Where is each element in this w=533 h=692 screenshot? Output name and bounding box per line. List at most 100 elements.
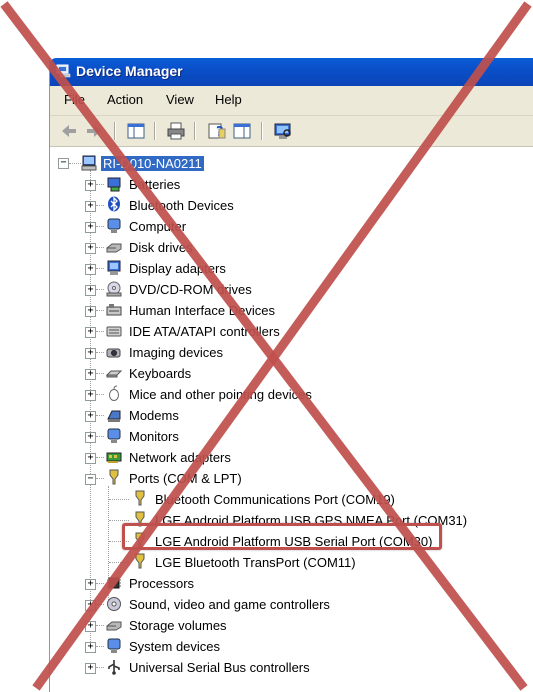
tree-item-disk-drives[interactable]: + Disk drives xyxy=(50,237,530,258)
expand-toggle[interactable]: + xyxy=(85,642,96,653)
tree-item-processors[interactable]: + Processors xyxy=(50,573,530,594)
tree-item-ide-controllers[interactable]: + IDE ATA/ATAPI controllers xyxy=(50,321,530,342)
tree-connector xyxy=(96,331,104,332)
tree-root[interactable]: − RI-D010-NA0211 xyxy=(50,153,530,174)
scan-hardware-icon[interactable] xyxy=(273,121,293,141)
tree-item-label: System devices xyxy=(129,639,221,654)
tree-item-ports[interactable]: − Ports (COM & LPT) xyxy=(50,468,530,489)
expand-toggle[interactable]: + xyxy=(85,306,96,317)
tree-item-label: Processors xyxy=(129,576,195,591)
expand-toggle[interactable]: + xyxy=(85,453,96,464)
system-device-icon xyxy=(107,638,121,653)
port-icon xyxy=(135,490,145,506)
tree-item-storage-volumes[interactable]: + Storage volumes xyxy=(50,615,530,636)
console-tree-icon[interactable] xyxy=(126,121,146,141)
tree-item-mice[interactable]: + Mice and other pointing devices xyxy=(50,384,530,405)
expand-toggle[interactable]: + xyxy=(85,222,96,233)
expand-toggle[interactable]: + xyxy=(85,327,96,338)
tree-connector xyxy=(96,373,104,374)
tree-item-network-adapters[interactable]: + Network adapters xyxy=(50,447,530,468)
expand-toggle[interactable]: + xyxy=(85,432,96,443)
hid-icon xyxy=(106,304,122,316)
tree-item-label: Mice and other pointing devices xyxy=(129,387,312,402)
tree-item-label: Storage volumes xyxy=(129,618,227,633)
tree-connector xyxy=(96,247,104,248)
menu-help[interactable]: Help xyxy=(215,92,242,107)
tree-connector xyxy=(96,310,104,311)
expand-toggle[interactable]: + xyxy=(85,600,96,611)
tree-item-computer[interactable]: + Computer xyxy=(50,216,530,237)
properties-icon[interactable] xyxy=(232,121,252,141)
tree-item-system-devices[interactable]: + System devices xyxy=(50,636,530,657)
port-item-lge-bluetooth-com11[interactable]: LGE Bluetooth TransPort (COM11) xyxy=(50,552,530,573)
tree-item-label: DVD/CD-ROM drives xyxy=(129,282,252,297)
dvd-drive-icon xyxy=(106,281,122,297)
tree-item-label: Universal Serial Bus controllers xyxy=(129,660,310,675)
tree-connector xyxy=(109,520,129,521)
expand-toggle[interactable]: + xyxy=(85,663,96,674)
print-icon[interactable] xyxy=(166,121,186,141)
expand-toggle[interactable]: + xyxy=(85,180,96,191)
help-icon[interactable]: ? xyxy=(207,121,227,141)
collapse-toggle[interactable]: − xyxy=(58,158,69,169)
tree-item-label: Imaging devices xyxy=(129,345,223,360)
toolbar-separator xyxy=(194,122,196,140)
forward-icon[interactable] xyxy=(84,121,104,141)
expand-toggle[interactable]: + xyxy=(85,621,96,632)
toolbar-separator xyxy=(154,122,156,140)
ide-controller-icon xyxy=(106,326,122,337)
menu-file[interactable]: File xyxy=(64,92,85,107)
computer-icon xyxy=(81,155,97,171)
title-bar[interactable]: Device Manager xyxy=(50,58,533,86)
expand-toggle[interactable]: + xyxy=(85,579,96,590)
tree-item-dvd-cd-rom-drives[interactable]: + DVD/CD-ROM drives xyxy=(50,279,530,300)
tree-item-bluetooth-devices[interactable]: + Bluetooth Devices xyxy=(50,195,530,216)
bluetooth-icon xyxy=(108,196,120,212)
expand-toggle[interactable]: + xyxy=(85,348,96,359)
tree-item-display-adapters[interactable]: + Display adapters xyxy=(50,258,530,279)
tree-item-label: Computer xyxy=(129,219,187,234)
tree-connector xyxy=(96,604,104,605)
tree-item-label: Disk drives xyxy=(129,240,193,255)
network-adapter-icon xyxy=(106,452,122,463)
tree-root-label: RI-D010-NA0211 xyxy=(101,156,204,171)
toolbar: ? xyxy=(50,116,533,147)
camera-icon xyxy=(106,348,121,358)
device-tree: − RI-D010-NA0211 + Batteries + Bluetooth… xyxy=(50,147,533,692)
tree-item-sound[interactable]: + Sound, video and game controllers xyxy=(50,594,530,615)
port-icon xyxy=(109,469,119,485)
tree-item-modems[interactable]: + Modems xyxy=(50,405,530,426)
toolbar-separator xyxy=(261,122,263,140)
tree-connector xyxy=(109,499,129,500)
tree-item-label: Network adapters xyxy=(129,450,231,465)
tree-item-keyboards[interactable]: + Keyboards xyxy=(50,363,530,384)
tree-item-imaging-devices[interactable]: + Imaging devices xyxy=(50,342,530,363)
expand-toggle[interactable]: + xyxy=(85,264,96,275)
expand-toggle[interactable]: + xyxy=(85,411,96,422)
menu-action[interactable]: Action xyxy=(107,92,143,107)
tree-connector xyxy=(109,562,129,563)
expand-toggle[interactable]: + xyxy=(85,369,96,380)
disk-drive-icon xyxy=(106,243,122,253)
expand-toggle[interactable]: + xyxy=(85,285,96,296)
back-icon[interactable] xyxy=(59,121,79,141)
port-item-bluetooth-com19[interactable]: Bluetooth Communications Port (COM19) xyxy=(50,489,530,510)
tree-connector xyxy=(96,646,104,647)
tree-connector xyxy=(96,268,104,269)
tree-item-usb-controllers[interactable]: + Universal Serial Bus controllers xyxy=(50,657,530,678)
collapse-toggle[interactable]: − xyxy=(85,474,96,485)
tree-item-label: Display adapters xyxy=(129,261,226,276)
modem-icon xyxy=(107,410,121,422)
tree-item-monitors[interactable]: + Monitors xyxy=(50,426,530,447)
tree-connector xyxy=(96,226,104,227)
tree-connector xyxy=(96,667,104,668)
expand-toggle[interactable]: + xyxy=(85,201,96,212)
expand-toggle[interactable]: + xyxy=(85,243,96,254)
tree-connector xyxy=(96,625,104,626)
tree-item-batteries[interactable]: + Batteries xyxy=(50,174,530,195)
tree-item-label: Batteries xyxy=(129,177,181,192)
tree-item-human-interface-devices[interactable]: + Human Interface Devices xyxy=(50,300,530,321)
menu-view[interactable]: View xyxy=(166,92,194,107)
tree-connector xyxy=(96,205,104,206)
expand-toggle[interactable]: + xyxy=(85,390,96,401)
